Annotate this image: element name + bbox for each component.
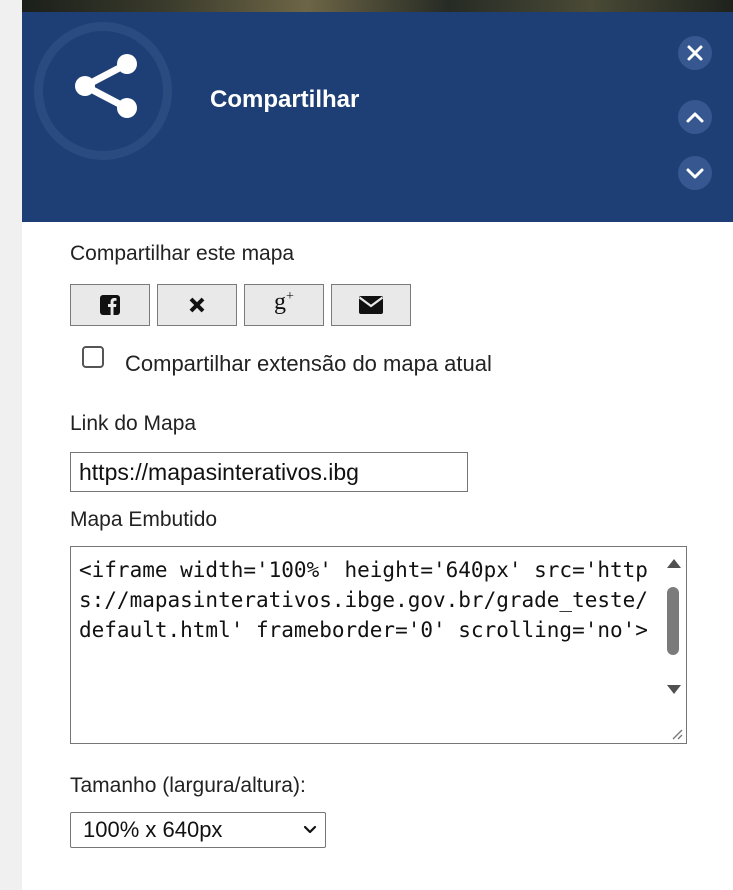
scroll-up-arrow-icon[interactable] (667, 559, 681, 568)
size-label: Tamanho (largura/altura): (70, 774, 306, 797)
facebook-button[interactable] (70, 284, 150, 326)
email-button[interactable] (331, 284, 411, 326)
page-left-strip (0, 0, 23, 890)
map-background (22, 0, 733, 12)
x-share-button[interactable] (157, 284, 237, 326)
scroll-down-arrow-icon[interactable] (667, 685, 681, 694)
panel-header: Compartilhar (22, 12, 733, 222)
share-map-label: Compartilhar este mapa (70, 242, 295, 265)
embed-map-label: Mapa Embutido (70, 508, 218, 531)
share-extent-label: Compartilhar extensão do mapa atual (125, 351, 492, 376)
x-icon (189, 297, 205, 313)
google-plus-button[interactable]: g+ (244, 284, 324, 326)
resize-grip-icon[interactable] (671, 728, 683, 740)
chevron-up-icon (686, 112, 704, 123)
panel-title: Compartilhar (210, 86, 360, 113)
facebook-icon (100, 295, 120, 315)
envelope-icon (358, 296, 384, 314)
google-plus-icon: g+ (274, 289, 294, 315)
collapse-button[interactable] (678, 100, 712, 134)
embed-code-textarea[interactable]: <iframe width='100%' height='640px' src=… (70, 546, 687, 744)
scroll-thumb[interactable] (667, 587, 679, 655)
share-icon (75, 54, 137, 118)
size-select[interactable]: 100% x 640px (70, 812, 326, 848)
map-link-input[interactable]: https://mapasinterativos.ibg (70, 452, 468, 492)
share-panel: Compartilhar Compartilhar este mapa g+ C… (22, 12, 733, 890)
share-extent-checkbox[interactable] (82, 346, 104, 368)
size-select-value: 100% x 640px (83, 817, 223, 842)
close-button[interactable] (678, 36, 712, 70)
expand-button[interactable] (678, 156, 712, 190)
embed-scrollbar[interactable] (662, 547, 686, 743)
close-icon (687, 45, 703, 61)
chevron-down-icon (686, 168, 704, 179)
chevron-down-icon (303, 825, 317, 834)
embed-code-text: <iframe width='100%' height='640px' src=… (79, 558, 648, 642)
map-link-label: Link do Mapa (70, 412, 197, 435)
